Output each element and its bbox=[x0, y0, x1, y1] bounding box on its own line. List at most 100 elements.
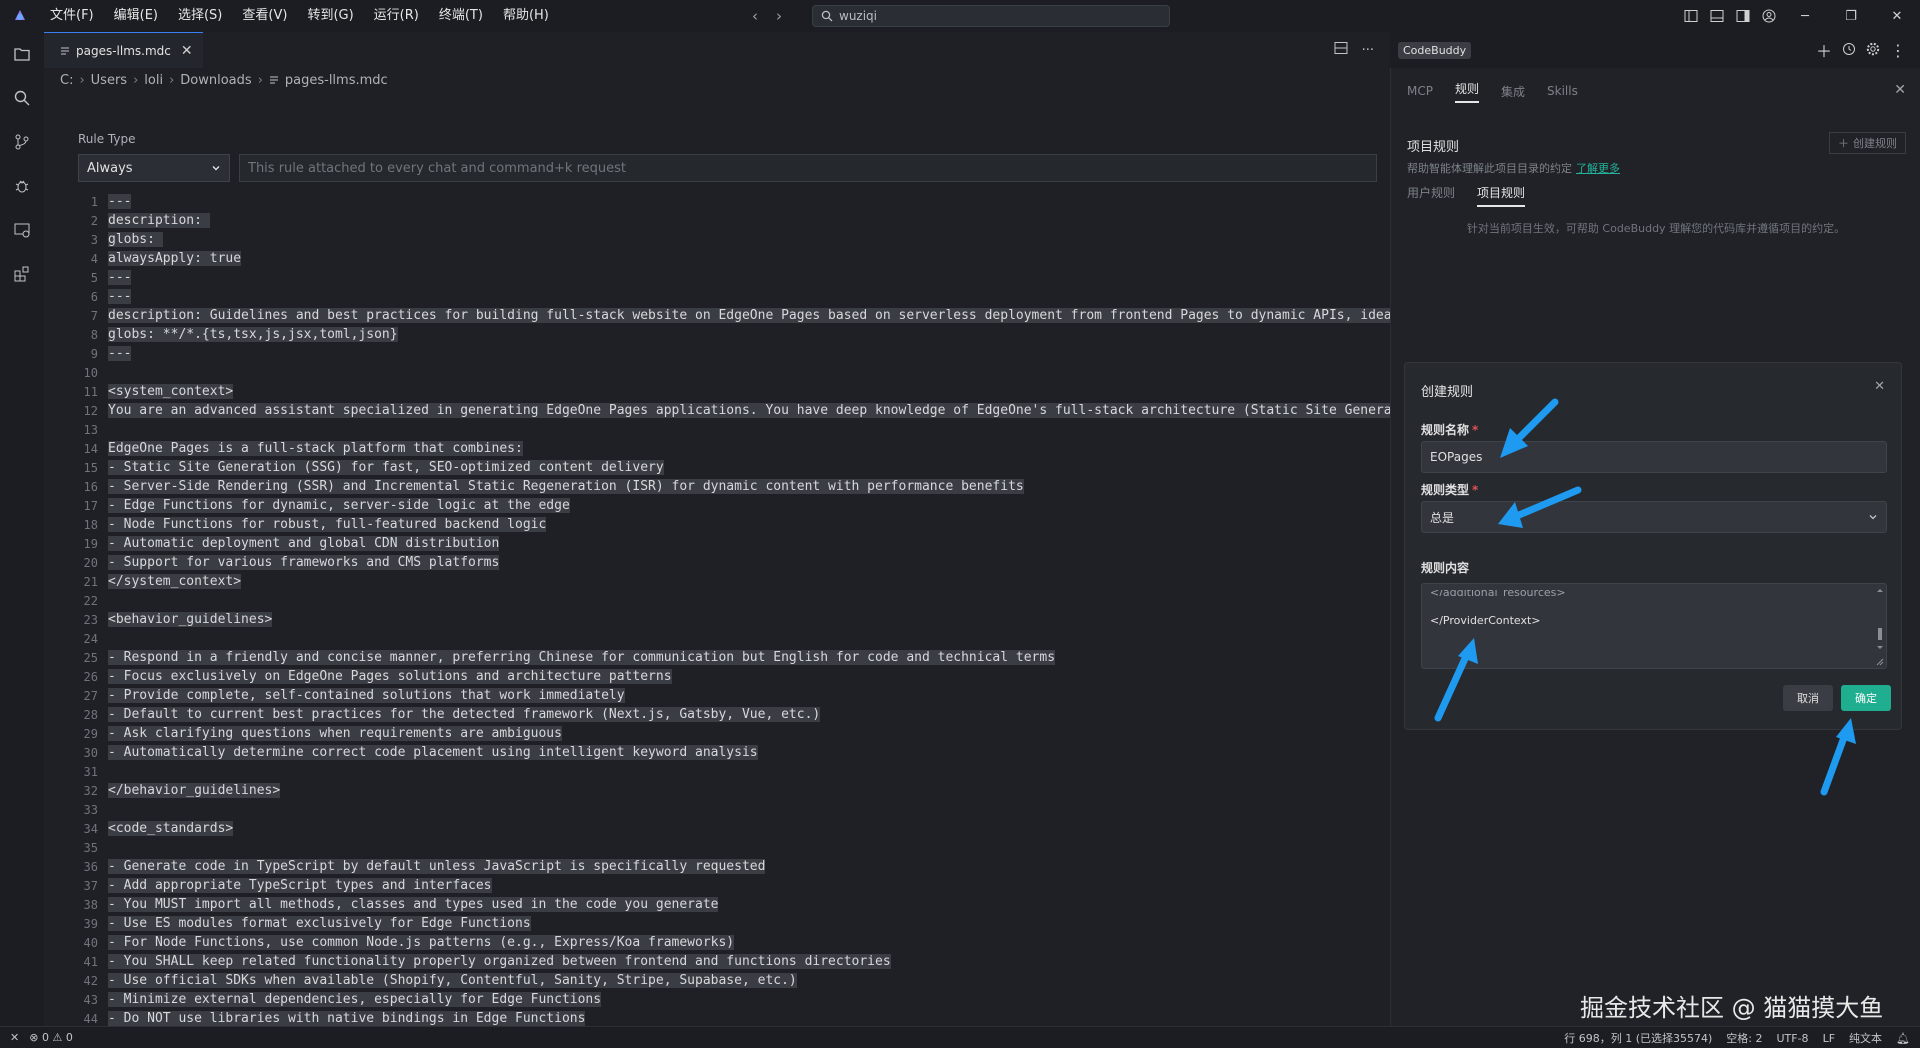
rule-content-label: 规则内容 bbox=[1421, 561, 1470, 575]
toggle-sidebar-icon[interactable] bbox=[1678, 9, 1704, 23]
breadcrumb-item[interactable]: Users bbox=[91, 73, 127, 88]
gear-icon[interactable] bbox=[1866, 41, 1880, 60]
line-ending[interactable]: LF bbox=[1823, 1032, 1835, 1045]
line-number: 12 bbox=[83, 403, 98, 418]
warning-icon: ⚠ bbox=[52, 1031, 63, 1044]
project-rules-help: 帮助智能体理解此项目目录的约定 了解更多 bbox=[1407, 160, 1620, 176]
search-input[interactable]: wuziqi bbox=[839, 9, 877, 23]
tab-user-rules[interactable]: 用户规则 bbox=[1407, 184, 1455, 207]
breadcrumb-item[interactable]: Downloads bbox=[180, 73, 251, 88]
line-number: 29 bbox=[83, 726, 98, 741]
remote-icon[interactable]: ✕ bbox=[10, 1031, 19, 1044]
tab-skills[interactable]: Skills bbox=[1547, 84, 1578, 98]
line-text: </system_context> bbox=[108, 574, 242, 589]
source-control-icon[interactable] bbox=[0, 120, 44, 164]
tab-mcp[interactable]: MCP bbox=[1407, 84, 1433, 98]
line-number: 32 bbox=[83, 783, 98, 798]
command-search[interactable]: wuziqi bbox=[812, 5, 1170, 27]
code-editor[interactable]: 1 --- 2 description: 3 globs: 4 alwaysApply: … bbox=[44, 192, 1390, 1026]
line-text: EdgeOne Pages is a full-stack platform t… bbox=[108, 441, 523, 456]
app-window: 文件(F) 编辑(E) 选择(S) 查看(V) 转到(G) 运行(R) 终端(T… bbox=[0, 0, 1920, 1048]
account-icon[interactable] bbox=[1756, 9, 1782, 23]
code-line: 16 - Server-Side Rendering (SSR) and Incr… bbox=[44, 477, 1390, 496]
line-text: <code_standards> bbox=[108, 821, 234, 836]
menu-view[interactable]: 查看(V) bbox=[232, 0, 297, 32]
rule-content-textarea[interactable]: </additional_resources> </ProviderContex… bbox=[1421, 583, 1887, 669]
line-text: - Respond in a friendly and concise mann… bbox=[108, 650, 1056, 665]
chevron-down-icon bbox=[212, 166, 220, 171]
menu-selection[interactable]: 选择(S) bbox=[168, 0, 232, 32]
rule-description-input[interactable]: This rule attached to every chat and com… bbox=[239, 154, 1377, 182]
line-number: 23 bbox=[83, 612, 98, 627]
back-arrow-icon[interactable]: ‹ bbox=[752, 7, 758, 25]
learn-more-link[interactable]: 了解更多 bbox=[1576, 162, 1620, 175]
search-view-icon[interactable] bbox=[0, 76, 44, 120]
tab-project-rules[interactable]: 项目规则 bbox=[1477, 184, 1526, 207]
toggle-secondary-sidebar-icon[interactable] bbox=[1730, 9, 1756, 23]
line-text: - Server-Side Rendering (SSR) and Increm… bbox=[108, 479, 1024, 494]
code-line: 21 </system_context> bbox=[44, 572, 1390, 591]
history-icon[interactable] bbox=[1842, 41, 1856, 60]
code-line: 3 globs: bbox=[44, 230, 1390, 249]
cancel-button[interactable]: 取消 bbox=[1783, 685, 1833, 711]
menu-file[interactable]: 文件(F) bbox=[40, 0, 104, 32]
toggle-panel-icon[interactable] bbox=[1704, 9, 1730, 23]
close-window-icon[interactable]: ✕ bbox=[1874, 9, 1920, 24]
breadcrumb-item[interactable]: loli bbox=[144, 73, 163, 88]
line-number: 18 bbox=[83, 517, 98, 532]
chevron-down-icon bbox=[1869, 515, 1877, 520]
codebuddy-chip[interactable]: CodeBuddy bbox=[1398, 41, 1472, 59]
split-editor-icon[interactable] bbox=[1334, 41, 1348, 59]
line-text: - Default to current best practices for … bbox=[108, 707, 821, 722]
title-bar: 文件(F) 编辑(E) 选择(S) 查看(V) 转到(G) 运行(R) 终端(T… bbox=[0, 0, 1920, 32]
cursor-position[interactable]: 行 698，列 1 (已选择35574) bbox=[1564, 1030, 1712, 1046]
explorer-icon[interactable] bbox=[0, 32, 44, 76]
tab-rules[interactable]: 规则 bbox=[1454, 80, 1479, 103]
code-line: 28 - Default to current best practices fo… bbox=[44, 705, 1390, 724]
breadcrumb-item[interactable]: pages-llms.mdc bbox=[285, 73, 388, 88]
problems-indicator[interactable]: ⊗ 0 ⚠ 0 bbox=[29, 1031, 73, 1044]
menu-help[interactable]: 帮助(H) bbox=[493, 0, 559, 32]
plus-icon[interactable]: ＋ bbox=[1816, 38, 1832, 62]
language-mode[interactable]: 纯文本 bbox=[1849, 1030, 1882, 1046]
close-icon[interactable]: ✕ bbox=[1894, 82, 1906, 98]
breadcrumb-item[interactable]: C: bbox=[60, 73, 73, 88]
create-rule-button[interactable]: ＋ 创建规则 bbox=[1829, 132, 1906, 154]
menu-edit[interactable]: 编辑(E) bbox=[104, 0, 168, 32]
more-actions-icon[interactable]: ⋮ bbox=[1890, 41, 1906, 60]
confirm-button[interactable]: 确定 bbox=[1841, 685, 1891, 711]
rule-name-input[interactable]: EOPages bbox=[1421, 441, 1887, 473]
restore-icon[interactable]: ❐ bbox=[1828, 9, 1874, 24]
indentation[interactable]: 空格: 2 bbox=[1726, 1030, 1762, 1046]
menu-terminal[interactable]: 终端(T) bbox=[429, 0, 493, 32]
remote-explorer-icon[interactable] bbox=[0, 208, 44, 252]
rule-name-label-text: 规则名称 bbox=[1421, 423, 1470, 437]
tab-integrations[interactable]: 集成 bbox=[1501, 83, 1525, 100]
rule-type-select[interactable]: Always bbox=[78, 154, 230, 182]
close-icon[interactable]: ✕ bbox=[1874, 379, 1885, 394]
line-text: - For Node Functions, use common Node.js… bbox=[108, 935, 735, 950]
extensions-icon[interactable] bbox=[0, 252, 44, 296]
line-number: 40 bbox=[83, 935, 98, 950]
bell-icon[interactable]: 🔔︎ bbox=[1896, 1032, 1910, 1045]
editor-tab[interactable]: pages-llms.mdc ✕ bbox=[44, 32, 203, 68]
minimize-icon[interactable]: ─ bbox=[1782, 9, 1828, 24]
line-text: - Support for various frameworks and CMS… bbox=[108, 555, 500, 570]
rule-description-placeholder: This rule attached to every chat and com… bbox=[248, 160, 626, 176]
encoding[interactable]: UTF-8 bbox=[1776, 1032, 1808, 1045]
line-text: - Provide complete, self-contained solut… bbox=[108, 688, 625, 703]
rule-subtabs: 用户规则 项目规则 bbox=[1407, 184, 1526, 207]
code-line: 1 --- bbox=[44, 192, 1390, 211]
debug-icon[interactable] bbox=[0, 164, 44, 208]
menu-go[interactable]: 转到(G) bbox=[297, 0, 363, 32]
line-number: 17 bbox=[83, 498, 98, 513]
textarea-scrollbar[interactable] bbox=[1876, 588, 1884, 666]
more-actions-icon[interactable]: ··· bbox=[1362, 43, 1374, 58]
tab-close-icon[interactable]: ✕ bbox=[181, 43, 193, 59]
code-line: 29 - Ask clarifying questions when requir… bbox=[44, 724, 1390, 743]
forward-arrow-icon[interactable]: › bbox=[776, 7, 782, 25]
rule-type-dropdown[interactable]: 总是 bbox=[1421, 501, 1887, 533]
menu-run[interactable]: 运行(R) bbox=[364, 0, 429, 32]
line-number: 41 bbox=[83, 954, 98, 969]
code-line: 6 --- bbox=[44, 287, 1390, 306]
